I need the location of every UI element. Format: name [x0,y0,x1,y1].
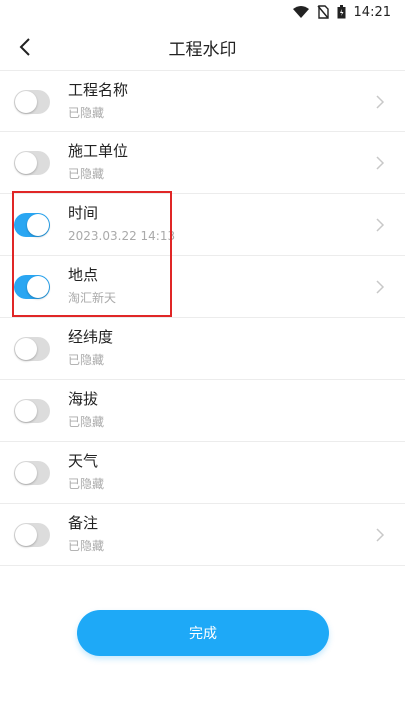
list-item-altitude[interactable]: 海拔 已隐藏 [0,380,405,442]
wifi-icon [292,6,309,18]
row-subtitle: 已隐藏 [68,106,105,120]
chevron-right-icon[interactable] [375,280,385,294]
toggle-switch[interactable] [14,337,50,361]
list-item-project-name[interactable]: 工程名称 已隐藏 [0,70,405,132]
row-text: 海拔 已隐藏 [68,388,104,432]
row-subtitle: 已隐藏 [68,167,105,181]
row-text: 备注 已隐藏 [68,512,104,556]
battery-icon [337,5,346,19]
nav-bar: 工程水印 [0,24,405,70]
toggle-switch[interactable] [14,275,50,299]
row-title: 天气 [68,452,99,470]
list-item-weather[interactable]: 天气 已隐藏 [0,442,405,504]
chevron-right-icon[interactable] [375,156,385,170]
row-text: 施工单位 已隐藏 [68,140,128,184]
toggle-knob [15,524,37,546]
toggle-knob [15,400,37,422]
chevron-left-icon [19,38,30,56]
list-item-location[interactable]: 地点 淘汇新天 [0,256,405,318]
toggle-knob [15,338,37,360]
toggle-switch[interactable] [14,461,50,485]
done-button[interactable]: 完成 [77,610,329,656]
back-button[interactable] [10,32,40,62]
row-title: 地点 [68,266,99,284]
row-title: 时间 [68,204,99,222]
toggle-knob [15,152,37,174]
row-subtitle: 已隐藏 [68,539,105,553]
row-subtitle: 已隐藏 [68,353,105,367]
row-text: 经纬度 已隐藏 [68,326,113,370]
toggle-knob [27,276,49,298]
row-text: 地点 淘汇新天 [68,264,116,308]
row-subtitle: 2023.03.22 14:13 [68,229,176,243]
toggle-knob [15,462,37,484]
row-title: 工程名称 [68,81,129,99]
row-title: 海拔 [68,390,99,408]
chevron-right-icon[interactable] [375,95,385,109]
row-title: 备注 [68,514,99,532]
toggle-knob [27,214,49,236]
list-item-time[interactable]: 时间 2023.03.22 14:13 [0,194,405,256]
toggle-switch[interactable] [14,399,50,423]
toggle-switch[interactable] [14,151,50,175]
list-item-coordinates[interactable]: 经纬度 已隐藏 [0,318,405,380]
list-item-remark[interactable]: 备注 已隐藏 [0,504,405,566]
status-time: 14:21 [353,4,391,20]
toggle-switch[interactable] [14,90,50,114]
row-title: 施工单位 [68,142,129,160]
toggle-switch[interactable] [14,213,50,237]
row-subtitle: 已隐藏 [68,415,105,429]
row-title: 经纬度 [68,328,114,346]
toggle-knob [15,91,37,113]
no-sim-icon [316,5,329,19]
list-item-construction-unit[interactable]: 施工单位 已隐藏 [0,132,405,194]
chevron-right-icon[interactable] [375,218,385,232]
page-title: 工程水印 [168,39,237,60]
toggle-switch[interactable] [14,523,50,547]
row-text: 天气 已隐藏 [68,450,104,494]
watermark-field-list: 工程名称 已隐藏 施工单位 已隐藏 时间 2023.03.22 14:13 地点… [0,70,405,566]
row-subtitle: 已隐藏 [68,477,105,491]
row-text: 时间 2023.03.22 14:13 [68,202,175,246]
status-bar: 14:21 [0,0,405,24]
row-subtitle: 淘汇新天 [68,291,117,305]
row-text: 工程名称 已隐藏 [68,79,128,123]
chevron-right-icon[interactable] [375,528,385,542]
